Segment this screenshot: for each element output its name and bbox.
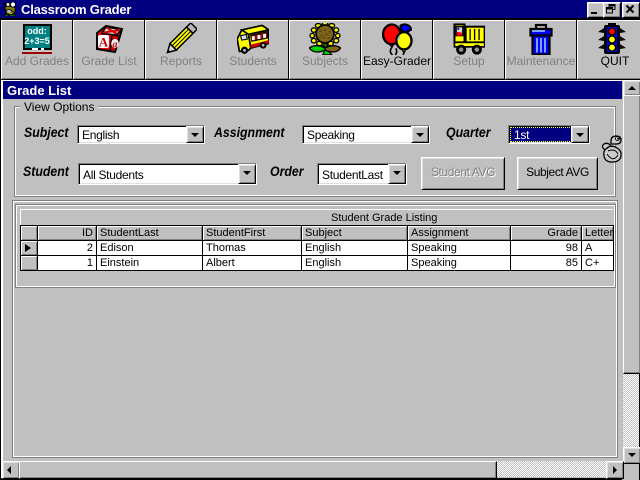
- svg-text:A: A: [99, 35, 109, 50]
- svg-text:odd:: odd:: [27, 26, 47, 36]
- svg-text:2+3=5: 2+3=5: [24, 36, 50, 46]
- svg-text:a: a: [113, 40, 118, 51]
